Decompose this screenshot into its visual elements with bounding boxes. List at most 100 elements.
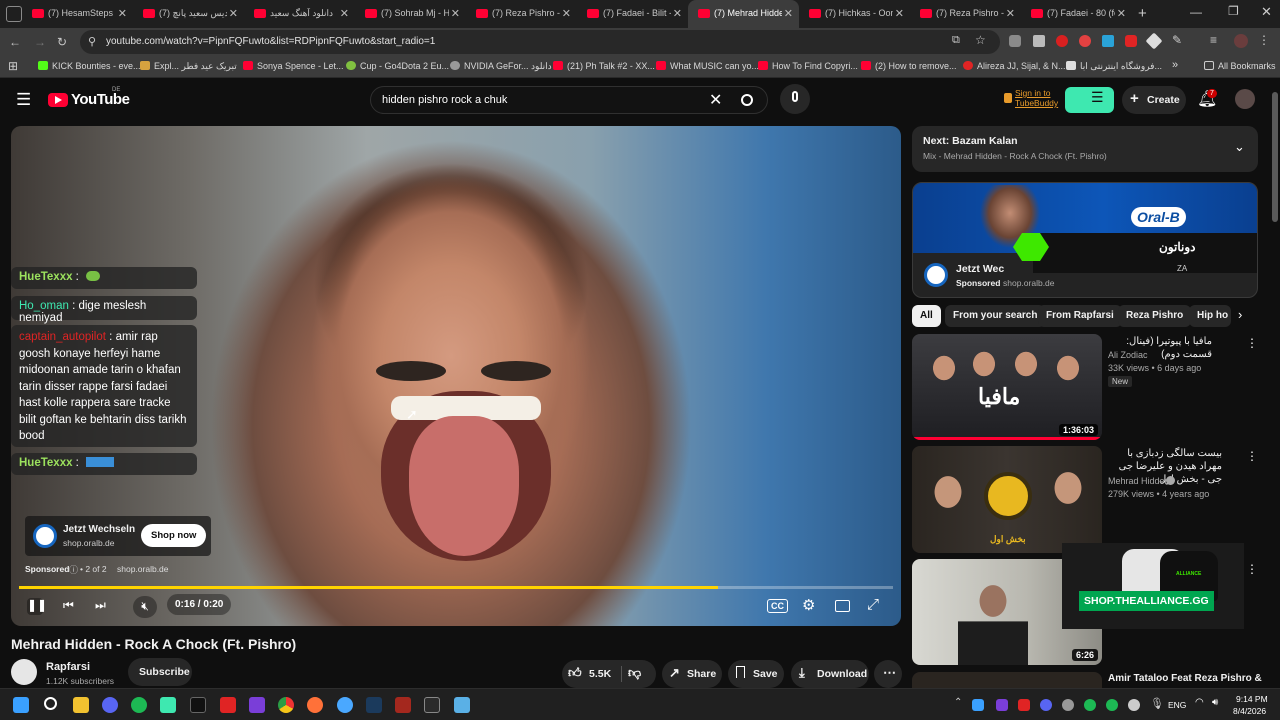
tray-icon[interactable] [1018, 699, 1030, 711]
mute-icon[interactable]: 🔇︎ [133, 596, 157, 618]
browser-tab[interactable]: (7) Reza Pishro - ✕ [910, 0, 1021, 28]
tray-icon[interactable] [996, 699, 1008, 711]
bookmark-item[interactable]: What MUSIC can yo... [656, 61, 759, 71]
reading-list-icon[interactable]: ≡ [1210, 33, 1217, 47]
bookmark-item[interactable]: Cup - Go4Dota 2 Eu... [346, 61, 449, 71]
browser-tab[interactable]: (7) Fadaei - 80 (fe ✕ [1021, 0, 1132, 28]
tab-close-icon[interactable]: ✕ [1006, 7, 1015, 20]
clock-time[interactable]: 9:14 PM [1236, 694, 1268, 704]
chip-from-rapfarsi[interactable]: From Rapfarsi [1038, 305, 1122, 327]
captions-icon[interactable]: CC [767, 599, 788, 613]
bookmark-item[interactable]: (21) Ph Talk #2 - XX... [553, 61, 655, 71]
like-button[interactable]: 👍︎ [568, 665, 582, 681]
extension-icon[interactable] [1009, 35, 1021, 47]
previous-icon[interactable]: ⏮︎ [63, 598, 74, 613]
language-indicator[interactable]: ENG [1168, 700, 1186, 710]
fullscreen-icon[interactable]: ⤢ [867, 596, 879, 613]
extension-icon[interactable] [1033, 35, 1045, 47]
chevron-right-icon[interactable]: › [1238, 307, 1242, 322]
address-bar[interactable]: ⚲ youtube.com/watch?v=PipnFQFuwto&list=R… [80, 30, 1000, 54]
more-actions-button[interactable]: ⋯ [874, 660, 902, 688]
browser-tab[interactable]: دیس سعید پانچ (7) ✕ [133, 0, 244, 28]
extension-icon[interactable] [1125, 35, 1137, 47]
firefox-icon[interactable] [307, 697, 323, 713]
shop-now-button[interactable]: Shop now [141, 524, 207, 547]
video-channel[interactable]: Ali Zodiac [1108, 350, 1148, 360]
chrome-icon[interactable] [278, 697, 294, 713]
notepad-icon[interactable] [454, 697, 470, 713]
chat-username[interactable]: HueTexxx [19, 457, 72, 469]
restore-button[interactable]: ❐ [1228, 4, 1239, 18]
next-icon[interactable]: ⏭︎ [95, 598, 106, 613]
browser-tab[interactable]: (7) Reza Pishro - ✕ [466, 0, 577, 28]
tray-icon[interactable] [1062, 699, 1074, 711]
volume-icon[interactable]: 🔊︎ [1212, 697, 1218, 708]
video-channel[interactable]: Mehrad Hidden [1108, 476, 1170, 486]
forward-icon[interactable]: → [34, 35, 46, 49]
tray-icon[interactable] [1128, 699, 1140, 711]
tray-icon[interactable] [1106, 699, 1118, 711]
file-explorer-icon[interactable] [73, 697, 89, 713]
chat-username[interactable]: HueTexxx [19, 271, 72, 283]
channel-name[interactable]: Rapfarsi [46, 661, 90, 673]
page-scrollbar[interactable] [1270, 78, 1280, 688]
tab-close-icon[interactable]: ✕ [673, 7, 682, 20]
bookmark-item[interactable]: NVIDIA GeFor... دانلود [450, 61, 552, 72]
download-button[interactable]: ⤓ Download [791, 660, 869, 688]
tab-close-icon[interactable]: ✕ [229, 7, 238, 20]
progress-track[interactable] [19, 586, 893, 589]
browser-tab[interactable]: (7) HesamSteps D ✕ [22, 0, 133, 28]
bookmark-item[interactable]: (2) How to remove... [861, 61, 957, 71]
pause-icon[interactable]: ❚❚ [27, 598, 47, 615]
browser-tab[interactable]: (7) Hichkas - Oon ✕ [799, 0, 910, 28]
bookmark-item[interactable]: فروشگاه اینترنتی ابا... [1066, 61, 1162, 72]
hamburger-menu-icon[interactable]: ☰ [16, 90, 31, 110]
app-icon[interactable] [249, 697, 265, 713]
video-player[interactable]: HueTexxx : Ho_oman : dige meslesh nemiya… [11, 126, 901, 626]
video-thumbnail[interactable]: مافیا 1:36:03 [912, 334, 1102, 440]
all-bookmarks[interactable]: All Bookmarks [1204, 61, 1276, 71]
bookmark-item[interactable]: KICK Bounties - eve... [38, 61, 141, 71]
taskbar-search-icon[interactable] [44, 697, 57, 710]
chevron-down-icon[interactable]: ⌄ [1234, 139, 1245, 155]
dislike-button[interactable]: 👎︎ [628, 665, 641, 681]
terminal-icon[interactable] [424, 697, 440, 713]
video-menu-icon[interactable]: ⋮ [1246, 562, 1258, 576]
app-icon[interactable] [190, 697, 206, 713]
miniplayer-icon[interactable] [835, 600, 850, 612]
video-title-link[interactable]: Amir Tataloo Feat Reza Pishro & [1108, 672, 1270, 685]
chip-from-your-search[interactable]: From your search [945, 305, 1046, 327]
new-tab-button[interactable]: + [1138, 5, 1147, 22]
chat-username[interactable]: captain_autopilot [19, 331, 106, 343]
browser-menu-icon[interactable]: ⋮ [1258, 33, 1270, 47]
extensions-puzzle-icon[interactable]: ✎ [1172, 33, 1182, 47]
chip-all[interactable]: All [912, 305, 941, 327]
tab-close-icon[interactable]: ✕ [562, 7, 571, 20]
chip-hip-hop[interactable]: Hip ho [1189, 305, 1231, 327]
tray-icon[interactable] [972, 699, 984, 711]
tray-icon[interactable] [1040, 699, 1052, 711]
share-button[interactable]: ↗ Share [662, 660, 722, 688]
extension-icon[interactable] [1056, 35, 1068, 47]
minimize-button[interactable]: — [1190, 5, 1202, 19]
tray-icon[interactable] [1084, 699, 1096, 711]
merch-overlay-ad[interactable]: ALLIANCE SHOP.THEALLIANCE.GG [1062, 543, 1244, 629]
save-button[interactable]: Save [728, 660, 784, 688]
video-menu-icon[interactable]: ⋮ [1246, 336, 1258, 350]
back-icon[interactable]: ← [9, 35, 21, 49]
tab-close-icon[interactable]: ✕ [340, 7, 349, 20]
steam-icon[interactable] [366, 697, 382, 713]
ad-site-link[interactable]: shop.oralb.de [117, 564, 169, 574]
app-icon[interactable] [220, 697, 236, 713]
alliance-shop-link[interactable]: SHOP.THEALLIANCE.GG [1079, 591, 1214, 611]
bookmark-item[interactable]: Alireza JJ, Sijal, & N... [963, 61, 1066, 71]
chip-reza-pishro[interactable]: Reza Pishro [1118, 305, 1192, 327]
app-icon[interactable] [160, 697, 176, 713]
browser-tab[interactable]: (7) Mehrad Hidde ✕ [688, 0, 799, 28]
ad-overlay[interactable]: Jetzt Wechseln shop.oralb.de Shop now [25, 516, 211, 556]
tubebuddy-button[interactable] [1065, 87, 1114, 113]
bookmark-item[interactable]: Expl... تبریک عید فطر [140, 61, 237, 72]
playlist-next-box[interactable]: Next: Bazam Kalan Mix - Mehrad Hidden - … [912, 126, 1258, 172]
more-bookmarks-chevron[interactable]: » [1172, 59, 1178, 71]
tab-close-icon[interactable]: ✕ [895, 7, 904, 20]
